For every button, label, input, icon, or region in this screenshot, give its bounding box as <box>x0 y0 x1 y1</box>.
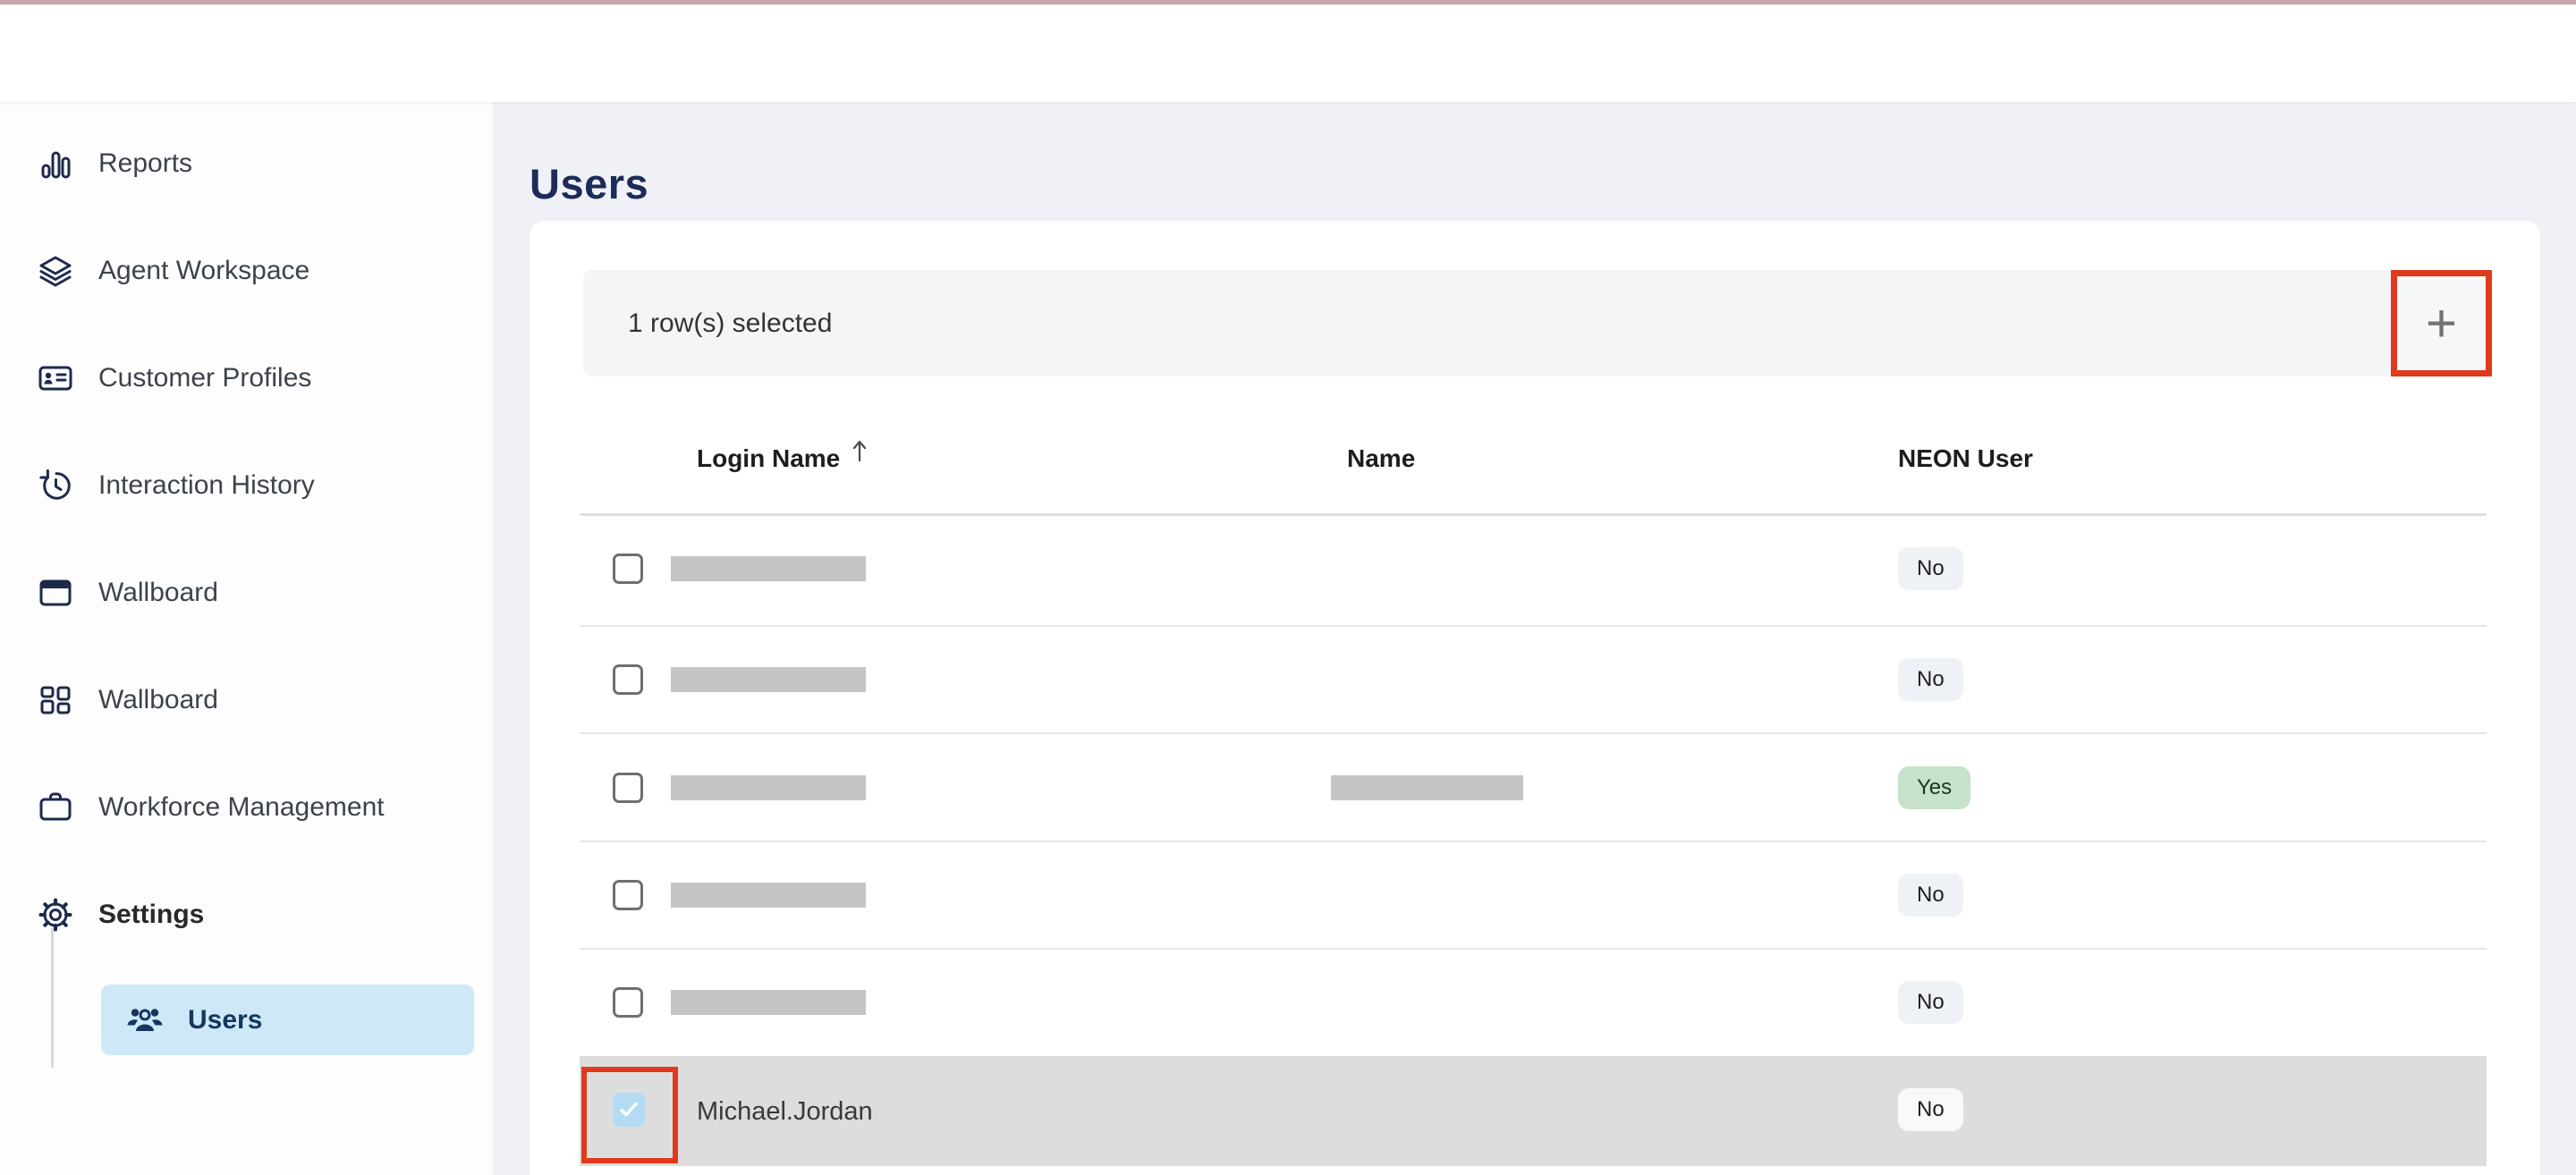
redacted-login-name <box>671 990 866 1015</box>
page-title: Users <box>530 159 648 208</box>
row-checkbox[interactable] <box>613 773 643 803</box>
dashboard-icon <box>36 680 75 720</box>
neon-badge: No <box>1898 547 1963 590</box>
login-name-text: Michael.Jordan <box>697 1097 873 1127</box>
sidebar-item-users[interactable]: Users <box>101 985 474 1055</box>
neon-badge: No <box>1898 981 1963 1024</box>
neon-badge: Yes <box>1898 766 1970 809</box>
sidebar-item-label: Customer Profiles <box>98 363 311 393</box>
users-group-icon <box>125 1001 165 1040</box>
row-checkbox[interactable] <box>613 880 643 910</box>
id-card-icon <box>36 359 75 398</box>
table-row[interactable]: No <box>580 626 2487 733</box>
sidebar-item-interaction-history[interactable]: Interaction History <box>36 464 315 507</box>
sidebar-item-agent-workspace[interactable]: Agent Workspace <box>36 249 309 292</box>
submenu-indent-line <box>51 928 54 1068</box>
sidebar-item-label: Wallboard <box>98 578 218 608</box>
sidebar-item-settings[interactable]: Settings <box>36 893 204 936</box>
row-checkbox[interactable] <box>613 987 643 1018</box>
neon-badge: No <box>1898 874 1963 917</box>
column-header-neon-user[interactable]: NEON User <box>1898 444 2033 473</box>
row-checkbox[interactable] <box>613 554 643 584</box>
sidebar-item-workforce-management[interactable]: Workforce Management <box>36 786 385 829</box>
briefcase-icon <box>36 788 75 827</box>
sidebar-item-label: Agent Workspace <box>98 256 309 286</box>
redacted-login-name <box>671 556 866 581</box>
table-row[interactable]: Yes <box>580 734 2487 841</box>
redacted-login-name <box>671 775 866 800</box>
sidebar-item-label: Reports <box>98 148 192 179</box>
sidebar-item-label: Interaction History <box>98 470 315 501</box>
neon-badge: No <box>1898 1088 1963 1131</box>
sidebar-item-wallboard-2[interactable]: Wallboard <box>36 679 218 722</box>
table-row[interactable]: No <box>580 841 2487 949</box>
redacted-name <box>1331 775 1523 800</box>
row-checkbox-checked[interactable] <box>613 1093 645 1127</box>
redacted-login-name <box>671 667 866 692</box>
sidebar-item-label: Wallboard <box>98 685 218 715</box>
table-row[interactable]: No <box>580 949 2487 1056</box>
check-icon <box>617 1098 640 1121</box>
sidebar-item-reports[interactable]: Reports <box>36 142 192 185</box>
add-user-button[interactable]: + <box>2397 276 2486 370</box>
browser-window-icon <box>36 573 75 613</box>
neon-badge: No <box>1898 658 1963 701</box>
redacted-login-name <box>671 883 866 908</box>
sidebar-item-wallboard[interactable]: Wallboard <box>36 571 218 614</box>
sidebar-item-label: Users <box>188 1005 262 1036</box>
sidebar-item-customer-profiles[interactable]: Customer Profiles <box>36 357 311 400</box>
table-row-selected[interactable]: Michael.Jordan No <box>580 1056 2487 1166</box>
sidebar-item-label: Settings <box>98 900 204 930</box>
sidebar-item-label: Workforce Management <box>98 792 385 823</box>
row-checkbox[interactable] <box>613 664 643 695</box>
sort-ascending-icon <box>852 438 868 463</box>
bar-chart-icon <box>36 144 75 183</box>
top-bar <box>0 0 2576 102</box>
top-accent-stripe <box>0 0 2576 4</box>
history-icon <box>36 466 75 505</box>
column-header-name[interactable]: Name <box>1347 444 1415 473</box>
selection-toolbar: 1 row(s) selected <box>583 270 2491 376</box>
column-header-login-name[interactable]: Login Name <box>697 444 840 473</box>
selection-count-text: 1 row(s) selected <box>628 309 832 339</box>
gear-icon <box>36 895 75 934</box>
layers-icon <box>36 251 75 291</box>
table-row[interactable]: No <box>580 515 2487 622</box>
plus-icon: + <box>2426 297 2457 351</box>
